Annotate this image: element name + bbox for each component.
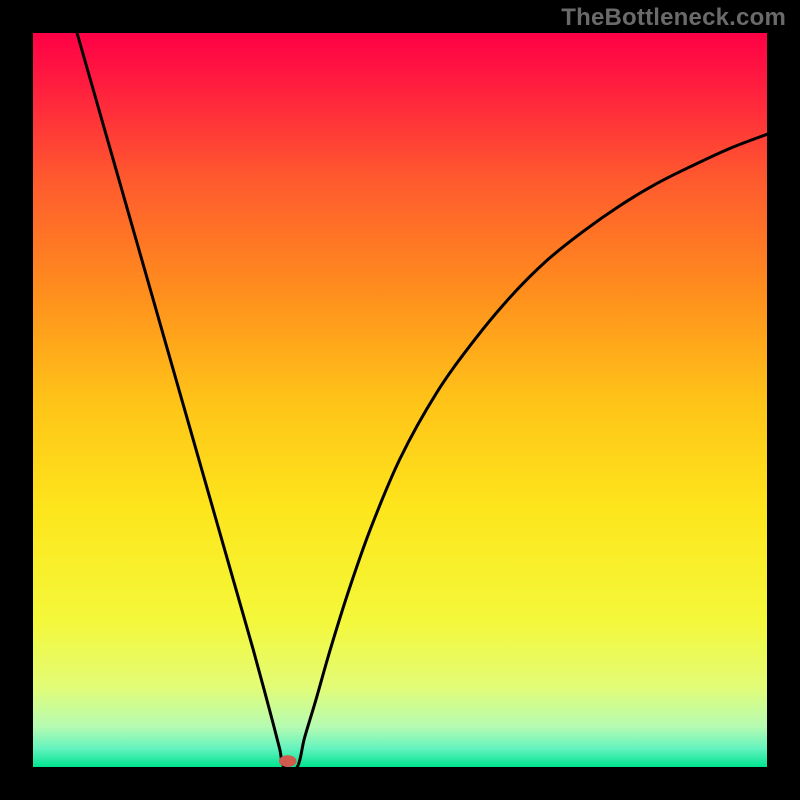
chart-frame: TheBottleneck.com: [0, 0, 800, 800]
watermark-text: TheBottleneck.com: [561, 4, 786, 32]
minimum-marker: [279, 755, 297, 767]
plot-background: [33, 33, 767, 767]
bottleneck-plot: [33, 33, 767, 767]
